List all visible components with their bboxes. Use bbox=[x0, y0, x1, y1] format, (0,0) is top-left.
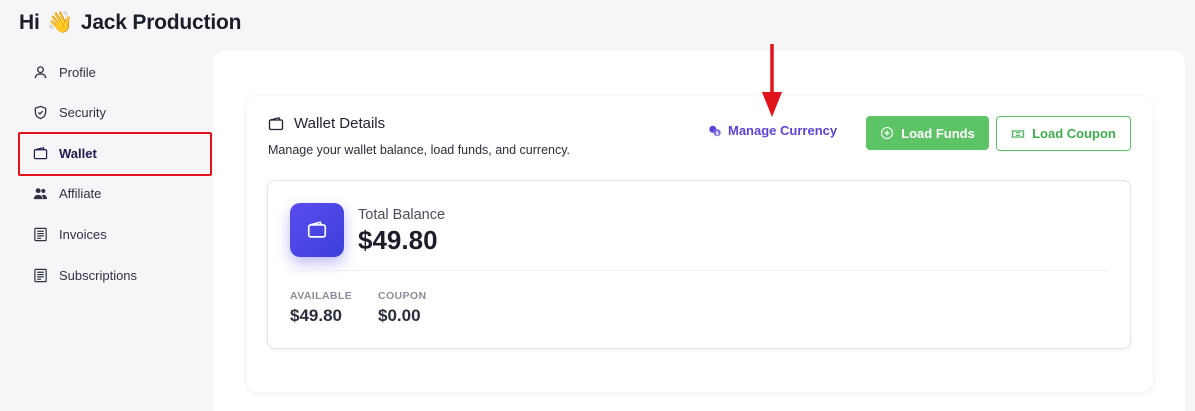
coupon-label: COUPON bbox=[378, 290, 427, 302]
total-balance-value: $49.80 bbox=[358, 225, 438, 255]
page-greeting: Hi 👋 Jack Production bbox=[19, 11, 241, 35]
sidebar-item-label: Invoices bbox=[59, 226, 107, 242]
sidebar-item-invoices[interactable]: Invoices bbox=[33, 223, 107, 245]
ticket-icon bbox=[1011, 129, 1025, 138]
sidebar-item-subscriptions[interactable]: Subscriptions bbox=[33, 264, 137, 286]
sidebar-item-label: Security bbox=[59, 104, 106, 120]
annotation-highlight-box bbox=[18, 132, 212, 176]
greeting-prefix: Hi bbox=[19, 11, 40, 34]
sidebar-item-label: Subscriptions bbox=[59, 267, 138, 283]
available-label: AVAILABLE bbox=[290, 290, 353, 302]
users-icon bbox=[33, 187, 48, 199]
receipt-icon bbox=[34, 227, 47, 241]
divider bbox=[290, 270, 1109, 271]
manage-currency-link[interactable]: $ Manage Currency bbox=[708, 123, 837, 138]
wallet-icon bbox=[268, 116, 284, 130]
total-balance-label: Total Balance bbox=[358, 207, 446, 223]
annotation-arrow-icon bbox=[762, 44, 782, 117]
coins-icon: $ bbox=[709, 125, 721, 136]
user-icon bbox=[34, 65, 47, 78]
sidebar-item-label: Profile bbox=[59, 64, 96, 80]
sidebar-item-label: Affiliate bbox=[59, 185, 102, 201]
plus-circle-icon bbox=[881, 126, 894, 140]
svg-text:$: $ bbox=[715, 130, 719, 136]
wallet-icon bbox=[307, 221, 327, 238]
receipt-icon bbox=[34, 268, 47, 282]
wallet-title-text: Wallet Details bbox=[294, 115, 386, 132]
load-funds-label: Load Funds bbox=[901, 125, 975, 141]
coupon-value: $0.00 bbox=[378, 306, 421, 325]
load-funds-button[interactable]: Load Funds bbox=[866, 116, 989, 150]
wallet-details-title: Wallet Details bbox=[268, 115, 385, 132]
shield-icon bbox=[34, 105, 47, 119]
load-coupon-label: Load Coupon bbox=[1032, 126, 1116, 141]
manage-currency-label: Manage Currency bbox=[728, 123, 838, 138]
wallet-tile bbox=[290, 203, 344, 257]
sidebar-item-security[interactable]: Security bbox=[33, 101, 106, 123]
sidebar-item-profile[interactable]: Profile bbox=[33, 61, 96, 83]
user-name: Jack Production bbox=[80, 11, 242, 34]
wallet-details-subtitle: Manage your wallet balance, load funds, … bbox=[268, 143, 571, 157]
wave-emoji: 👋 bbox=[47, 11, 74, 34]
available-value: $49.80 bbox=[290, 306, 342, 325]
sidebar-item-affiliate[interactable]: Affiliate bbox=[33, 182, 101, 204]
load-coupon-button[interactable]: Load Coupon bbox=[996, 116, 1131, 151]
